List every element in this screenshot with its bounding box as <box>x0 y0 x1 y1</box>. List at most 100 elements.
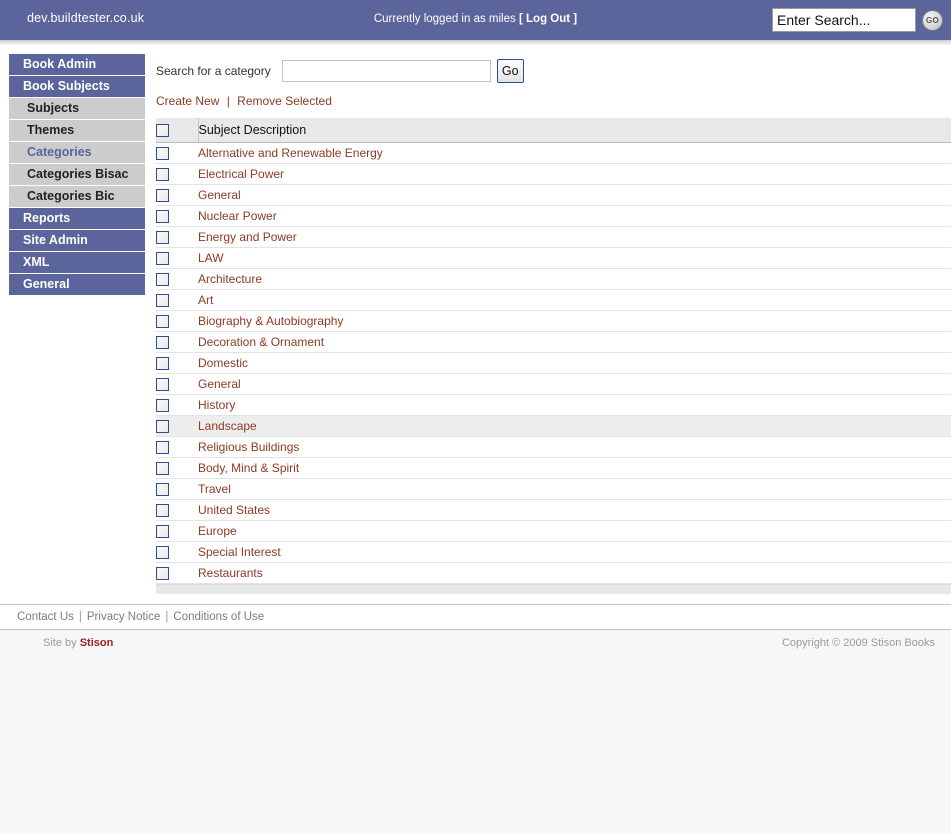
global-search-input[interactable] <box>772 8 916 32</box>
row-select-checkbox[interactable] <box>156 272 169 286</box>
subject-description-link[interactable]: Architecture <box>198 272 262 286</box>
subject-description-link[interactable]: Energy and Power <box>198 230 297 244</box>
subject-description-link[interactable]: History <box>198 398 235 412</box>
subject-description-link[interactable]: Religious Buildings <box>198 440 299 454</box>
table-row[interactable]: Body, Mind & Spirit <box>156 457 951 478</box>
subject-description-header: Subject Description <box>198 122 307 137</box>
subject-description-link[interactable]: United States <box>198 503 270 517</box>
table-row[interactable]: Alternative and Renewable Energy <box>156 142 951 163</box>
sidebar-item-general[interactable]: General <box>9 274 145 295</box>
table-row[interactable]: Architecture <box>156 268 951 289</box>
logout-link[interactable]: Log Out <box>526 13 570 25</box>
table-row[interactable]: Europe <box>156 520 951 541</box>
row-select-checkbox[interactable] <box>156 482 169 496</box>
subject-description-link[interactable]: LAW <box>198 251 224 265</box>
global-search-go-button[interactable]: GO <box>922 9 943 31</box>
row-select-checkbox[interactable] <box>156 167 169 181</box>
row-checkbox-cell <box>156 310 198 331</box>
table-row[interactable]: Art <box>156 289 951 310</box>
sidebar-item-categories-bic[interactable]: Categories Bic <box>9 186 145 207</box>
row-select-checkbox[interactable] <box>156 293 169 307</box>
subject-description-link[interactable]: Domestic <box>198 356 248 370</box>
row-select-checkbox[interactable] <box>156 251 169 265</box>
row-select-checkbox[interactable] <box>156 566 169 580</box>
category-search-input[interactable] <box>281 60 491 82</box>
row-select-checkbox[interactable] <box>156 335 169 349</box>
subject-description-link[interactable]: Travel <box>198 482 231 496</box>
stison-link[interactable]: Stison <box>80 637 114 649</box>
category-search-form: Search for a category Go <box>156 45 951 85</box>
subject-description-link[interactable]: Decoration & Ornament <box>198 335 324 349</box>
subject-description-link[interactable]: General <box>198 188 241 202</box>
sidebar-item-site-admin[interactable]: Site Admin <box>9 230 145 251</box>
table-row[interactable]: History <box>156 394 951 415</box>
row-select-checkbox[interactable] <box>156 440 169 454</box>
row-select-checkbox[interactable] <box>156 209 169 223</box>
table-row[interactable]: Special Interest <box>156 541 951 562</box>
subject-description-cell: Nuclear Power <box>198 205 951 226</box>
row-checkbox-cell <box>156 478 198 499</box>
subject-description-cell: History <box>198 394 951 415</box>
sidebar-item-book-subjects[interactable]: Book Subjects <box>9 76 145 97</box>
row-checkbox-cell <box>156 268 198 289</box>
sidebar-item-categories[interactable]: Categories <box>9 142 145 163</box>
table-row[interactable]: Restaurants <box>156 562 951 583</box>
table-row[interactable]: Energy and Power <box>156 226 951 247</box>
subject-description-link[interactable]: Alternative and Renewable Energy <box>198 146 383 160</box>
sidebar-item-categories-bisac[interactable]: Categories Bisac <box>9 164 145 185</box>
create-new-link[interactable]: Create New <box>156 94 219 108</box>
subject-description-link[interactable]: Europe <box>198 524 237 538</box>
table-row[interactable]: Travel <box>156 478 951 499</box>
subject-description-link[interactable]: Body, Mind & Spirit <box>198 461 299 475</box>
select-all-checkbox[interactable] <box>156 123 169 137</box>
subject-description-link[interactable]: Restaurants <box>198 566 263 580</box>
table-row[interactable]: Electrical Power <box>156 163 951 184</box>
subject-table: Subject Description Alternative and Rene… <box>156 118 951 584</box>
subject-description-cell: Art <box>198 289 951 310</box>
row-select-checkbox[interactable] <box>156 356 169 370</box>
subject-description-link[interactable]: Nuclear Power <box>198 209 277 223</box>
subject-description-link[interactable]: Biography & Autobiography <box>198 314 343 328</box>
footer-link-contact-us[interactable]: Contact Us <box>17 611 74 623</box>
row-select-checkbox[interactable] <box>156 377 169 391</box>
sidebar-item-themes[interactable]: Themes <box>9 120 145 141</box>
row-select-checkbox[interactable] <box>156 524 169 538</box>
subject-description-link[interactable]: Art <box>198 293 213 307</box>
subject-description-link[interactable]: Landscape <box>198 419 257 433</box>
table-row[interactable]: United States <box>156 499 951 520</box>
subject-description-link[interactable]: General <box>198 377 241 391</box>
row-select-checkbox[interactable] <box>156 503 169 517</box>
sidebar-item-subjects[interactable]: Subjects <box>9 98 145 119</box>
table-row[interactable]: Religious Buildings <box>156 436 951 457</box>
footer-link-privacy-notice[interactable]: Privacy Notice <box>87 611 161 623</box>
remove-selected-link[interactable]: Remove Selected <box>237 94 332 108</box>
row-select-checkbox[interactable] <box>156 230 169 244</box>
subject-description-cell: LAW <box>198 247 951 268</box>
logout-bracket-open: [ <box>518 13 523 25</box>
category-search-go-button[interactable]: Go <box>496 59 524 83</box>
subject-description-cell: Architecture <box>198 268 951 289</box>
subject-description-link[interactable]: Electrical Power <box>198 167 284 181</box>
subject-description-link[interactable]: Special Interest <box>198 545 281 559</box>
row-select-checkbox[interactable] <box>156 545 169 559</box>
row-select-checkbox[interactable] <box>156 188 169 202</box>
table-row[interactable]: LAW <box>156 247 951 268</box>
table-row[interactable]: General <box>156 184 951 205</box>
row-select-checkbox[interactable] <box>156 419 169 433</box>
table-row[interactable]: Decoration & Ornament <box>156 331 951 352</box>
table-row[interactable]: Domestic <box>156 352 951 373</box>
row-checkbox-cell <box>156 247 198 268</box>
table-row[interactable]: General <box>156 373 951 394</box>
table-row[interactable]: Nuclear Power <box>156 205 951 226</box>
sidebar-item-book-admin[interactable]: Book Admin <box>9 54 145 75</box>
footer-bottom-area: Site by Stison Copyright © 2009 Stison B… <box>0 630 951 834</box>
row-select-checkbox[interactable] <box>156 398 169 412</box>
footer-link-conditions-of-use[interactable]: Conditions of Use <box>173 611 264 623</box>
sidebar-item-reports[interactable]: Reports <box>9 208 145 229</box>
row-select-checkbox[interactable] <box>156 461 169 475</box>
sidebar-item-xml[interactable]: XML <box>9 252 145 273</box>
row-select-checkbox[interactable] <box>156 146 169 160</box>
row-select-checkbox[interactable] <box>156 314 169 328</box>
table-row[interactable]: Landscape <box>156 415 951 436</box>
table-row[interactable]: Biography & Autobiography <box>156 310 951 331</box>
